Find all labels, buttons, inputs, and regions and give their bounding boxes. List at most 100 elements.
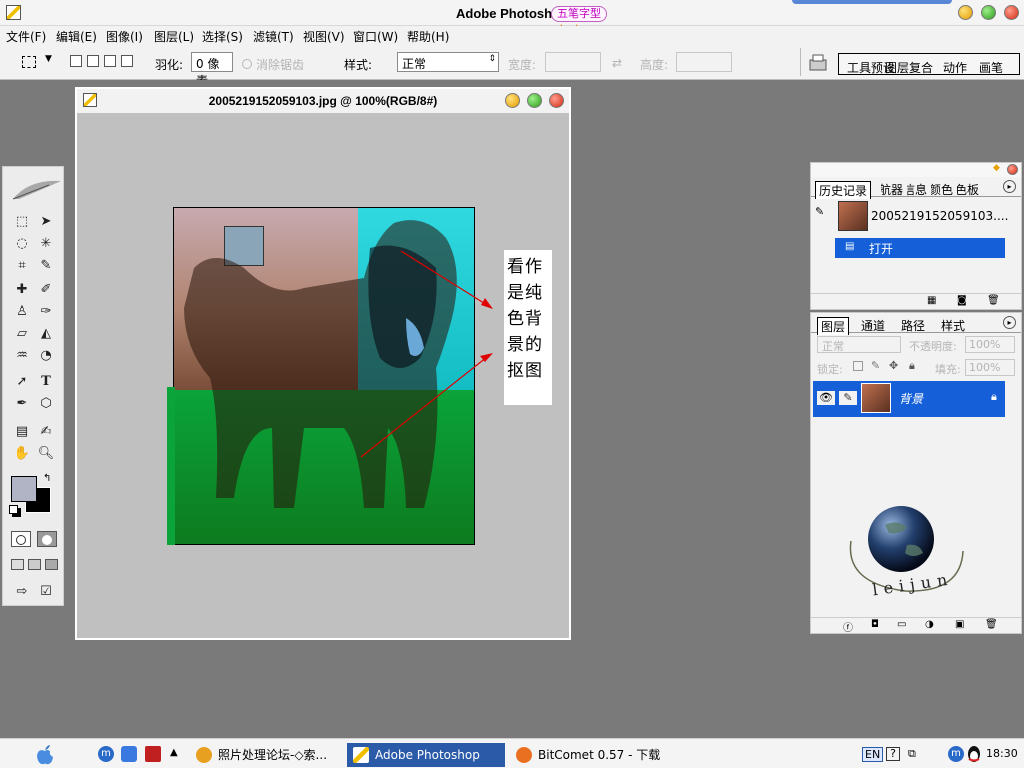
ime-badge[interactable]: 五笔字型 <box>551 6 607 22</box>
history-brush-tool-icon[interactable]: ✑ <box>35 303 57 321</box>
opacity-input[interactable]: 100% <box>965 336 1015 353</box>
menu-file[interactable]: 文件(F) <box>6 28 46 45</box>
new-selection-icon[interactable] <box>70 55 82 67</box>
brush-tool-icon[interactable]: ✐ <box>35 281 57 299</box>
doc-maximize-button[interactable] <box>527 93 542 108</box>
move-tool-icon[interactable]: ➤ <box>35 213 57 231</box>
lock-transparency-icon[interactable] <box>853 361 863 371</box>
palette-well-tab-actions[interactable]: 动作 <box>943 59 967 76</box>
tray-messenger-icon[interactable]: m <box>948 746 964 762</box>
palette-well-tab-brushes[interactable]: 画笔 <box>979 59 1003 76</box>
quicklaunch-app-icon[interactable] <box>145 746 161 762</box>
blur-tool-icon[interactable]: ♒ <box>11 347 33 365</box>
history-panel-menu-icon[interactable]: ▸ <box>1003 180 1016 193</box>
lock-all-icon[interactable]: 🔒︎ <box>909 359 915 373</box>
input-language-indicator[interactable]: EN <box>862 747 884 762</box>
close-button[interactable] <box>1004 5 1019 20</box>
menu-view[interactable]: 视图(V) <box>303 28 345 45</box>
quick-mask-mode-icon[interactable] <box>37 531 57 547</box>
layer-style-icon[interactable]: ⓕ <box>843 619 853 634</box>
new-layer-icon[interactable]: ▣ <box>955 619 964 630</box>
intersect-selection-icon[interactable] <box>121 55 133 67</box>
standard-mode-icon[interactable] <box>11 531 31 547</box>
snapshot-name[interactable]: 2005219152059103.... <box>871 209 1008 223</box>
type-tool-icon[interactable]: T <box>35 373 57 391</box>
blend-mode-select[interactable]: 正常 <box>817 336 901 353</box>
path-selection-tool-icon[interactable]: ➚ <box>11 373 33 391</box>
history-panel-close-button[interactable] <box>1007 164 1018 175</box>
foreground-color-swatch[interactable] <box>11 476 37 502</box>
slice-tool-icon[interactable]: ✎ <box>35 257 57 275</box>
new-group-icon[interactable]: ▭ <box>897 619 906 630</box>
crop-tool-icon[interactable]: ⌗ <box>11 257 33 275</box>
menu-select[interactable]: 选择(S) <box>202 28 243 45</box>
menu-window[interactable]: 窗口(W) <box>353 28 398 45</box>
feather-input[interactable]: 0 像素 <box>191 52 233 88</box>
quicklaunch-messenger-icon[interactable]: m <box>98 746 114 762</box>
healing-brush-tool-icon[interactable]: ✚ <box>11 281 33 299</box>
tab-paths[interactable]: 路径 <box>901 317 925 334</box>
tab-history[interactable]: 历史记录 <box>815 181 872 199</box>
lasso-tool-icon[interactable]: ◌ <box>11 235 33 253</box>
create-snapshot-icon[interactable]: ◙ <box>957 295 967 306</box>
tab-swatches[interactable]: 色板 <box>957 181 979 198</box>
lock-pixels-icon[interactable]: ✎ <box>871 359 880 372</box>
subtract-selection-icon[interactable] <box>104 55 116 67</box>
menu-edit[interactable]: 编辑(E) <box>56 28 97 45</box>
notes-tool-icon[interactable]: ▤ <box>11 423 33 441</box>
fill-input[interactable]: 100% <box>965 359 1015 376</box>
task-photoshop[interactable]: Adobe Photoshop <box>347 743 505 767</box>
tab-layers[interactable]: 图层 <box>817 317 850 335</box>
preset-dropdown-arrow-icon[interactable]: ▼ <box>45 54 52 64</box>
menu-layer[interactable]: 图层(L) <box>154 28 194 45</box>
snapshot-source-brush-icon[interactable]: ✎ <box>815 205 831 219</box>
add-mask-icon[interactable]: ◘ <box>871 619 879 630</box>
width-input[interactable] <box>545 52 601 72</box>
dodge-tool-icon[interactable]: ◔ <box>35 347 57 365</box>
menu-filter[interactable]: 滤镜(T) <box>253 28 294 45</box>
quicklaunch-expand-icon[interactable]: ▲ <box>170 747 178 758</box>
height-input[interactable] <box>676 52 732 72</box>
paint-bucket-tool-icon[interactable]: ◭ <box>35 325 57 343</box>
rectangular-marquee-preset-icon[interactable] <box>22 56 36 68</box>
tray-window-icon[interactable]: ⧉ <box>908 747 916 761</box>
clone-stamp-tool-icon[interactable]: ♙ <box>11 303 33 321</box>
hand-tool-icon[interactable]: ✋ <box>11 445 33 463</box>
zoom-tool-icon[interactable]: 🔍︎ <box>35 445 57 463</box>
tab-color[interactable]: 颜色 <box>931 181 953 198</box>
palette-well-tab-layer-comps[interactable]: 图层复合 <box>885 59 933 76</box>
antialias-checkbox[interactable] <box>242 59 252 69</box>
style-select[interactable]: 正常 ⇕ <box>397 52 499 72</box>
task-forum-browser[interactable]: 照片处理论坛-◇索... <box>190 743 340 767</box>
eyedropper-tool-icon[interactable]: ✍ <box>35 423 57 441</box>
tab-info[interactable]: 信息 <box>907 181 927 198</box>
swap-dimensions-icon[interactable]: ⇄ <box>612 56 622 70</box>
help-tray-icon[interactable]: ? <box>886 747 900 761</box>
layer-visibility-eye-icon[interactable]: 👁︎ <box>817 391 835 405</box>
jump-to-imageready-icon[interactable]: ⇨ <box>11 583 33 601</box>
full-screen-menu-mode-icon[interactable] <box>28 559 41 570</box>
tab-navigator[interactable]: 导航器 <box>881 181 903 198</box>
task-bitcomet[interactable]: BitComet 0.57 - 下载... <box>510 743 660 767</box>
delete-layer-icon[interactable]: 🗑︎ <box>985 619 998 630</box>
default-colors-icon[interactable] <box>9 505 18 514</box>
magic-wand-tool-icon[interactable]: ✳ <box>35 235 57 253</box>
tray-qq-penguin-icon[interactable] <box>966 745 982 763</box>
layers-panel-menu-icon[interactable]: ▸ <box>1003 316 1016 329</box>
swap-colors-icon[interactable]: ↰ <box>43 473 51 484</box>
standard-screen-mode-icon[interactable] <box>11 559 24 570</box>
menu-image[interactable]: 图像(I) <box>106 28 143 45</box>
lock-position-icon[interactable]: ✥ <box>889 359 898 372</box>
start-apple-icon[interactable] <box>34 744 56 766</box>
delete-state-icon[interactable]: 🗑︎ <box>987 295 1000 306</box>
menu-help[interactable]: 帮助(H) <box>407 28 449 45</box>
doc-minimize-button[interactable] <box>505 93 520 108</box>
tab-channels[interactable]: 通道 <box>861 317 885 334</box>
maximize-button[interactable] <box>981 5 996 20</box>
tab-styles[interactable]: 样式 <box>941 317 965 334</box>
shape-tool-icon[interactable]: ⬡ <box>35 395 57 413</box>
full-screen-mode-icon[interactable] <box>45 559 58 570</box>
minimize-button[interactable] <box>958 5 973 20</box>
history-step-open[interactable]: ▤ 打开 <box>835 238 1005 258</box>
quicklaunch-ie-icon[interactable] <box>121 746 137 762</box>
